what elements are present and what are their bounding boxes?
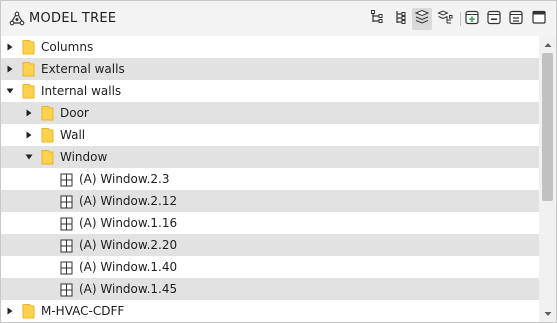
panel-header: MODEL TREE (1, 1, 556, 36)
tree-row-window-1-16[interactable]: (A) Window.1.16 (1, 212, 539, 234)
window-element-icon (60, 216, 73, 231)
tree-row-label: Wall (60, 128, 86, 142)
tree-row-label: Window (60, 150, 108, 164)
remove-group-button[interactable] (484, 8, 504, 30)
window-element-icon (60, 172, 73, 187)
tree-row-label: (A) Window.2.3 (79, 172, 170, 186)
expand-arrow-icon[interactable] (4, 304, 16, 318)
tree-row-label: (A) Window.1.45 (79, 282, 178, 296)
toolbar-separator (460, 12, 461, 26)
tree-row-label: (A) Window.2.20 (79, 238, 178, 252)
tree-list-button[interactable] (390, 8, 410, 30)
layer-group-button[interactable] (435, 8, 455, 30)
add-group-button[interactable] (462, 8, 482, 30)
model-tree-panel: MODEL TREE Columns External walls Intern… (0, 0, 557, 323)
clear-group-button[interactable] (506, 8, 526, 30)
tree-row-window[interactable]: Window (1, 146, 539, 168)
tree-row-columns[interactable]: Columns (1, 36, 539, 58)
tree-row-wall[interactable]: Wall (1, 124, 539, 146)
expand-arrow-icon[interactable] (4, 40, 16, 54)
window-element-icon (60, 282, 73, 297)
folder-icon (22, 83, 35, 99)
tree-view: Columns External walls Internal walls Do… (1, 36, 539, 322)
scroll-down-arrow-icon[interactable] (539, 305, 556, 322)
tree-row-label: External walls (41, 62, 125, 76)
tree-row-door[interactable]: Door (1, 102, 539, 124)
expand-arrow-icon[interactable] (23, 128, 35, 142)
expand-arrow-icon[interactable] (4, 62, 16, 76)
window-element-icon (60, 260, 73, 275)
tree-row-internal-walls[interactable]: Internal walls (1, 80, 539, 102)
layer-group-icon (437, 9, 453, 29)
scrollbar-thumb[interactable] (542, 53, 553, 201)
tree-row-label: (A) Window.1.40 (79, 260, 178, 274)
tree-row-label: M-HVAC-CDFF (41, 304, 125, 318)
add-group-icon (464, 9, 480, 29)
expand-arrow-icon[interactable] (23, 106, 35, 120)
folder-icon (41, 105, 54, 121)
tree-row-m-hvac-cdff[interactable]: M-HVAC-CDFF (1, 300, 539, 322)
collapse-arrow-icon[interactable] (23, 150, 35, 164)
tree-row-label: Columns (41, 40, 94, 54)
tree-row-window-2-20[interactable]: (A) Window.2.20 (1, 234, 539, 256)
tree-row-label: Internal walls (41, 84, 122, 98)
window-element-icon (60, 194, 73, 209)
tree-row-label: Door (60, 106, 89, 120)
folder-icon (41, 149, 54, 165)
vertical-scrollbar[interactable] (539, 36, 556, 322)
window-panel-button[interactable] (529, 8, 549, 30)
hierarchy-button[interactable] (367, 8, 387, 30)
clear-group-icon (508, 9, 524, 29)
window-element-icon (60, 238, 73, 253)
scroll-up-arrow-icon[interactable] (539, 36, 556, 53)
collapse-arrow-icon[interactable] (4, 84, 16, 98)
remove-group-icon (486, 9, 502, 29)
layers-button[interactable] (412, 8, 432, 30)
window-panel-icon (531, 9, 547, 29)
tree-row-label: (A) Window.2.12 (79, 194, 178, 208)
folder-icon (41, 127, 54, 143)
hierarchy-icon (369, 9, 385, 29)
tree-list-icon (392, 9, 408, 29)
layers-icon (414, 9, 430, 29)
tree-row-window-1-45[interactable]: (A) Window.1.45 (1, 278, 539, 300)
folder-icon (22, 303, 35, 319)
model-tree-icon (9, 11, 25, 27)
folder-icon (22, 61, 35, 77)
tree-row-window-2-3[interactable]: (A) Window.2.3 (1, 168, 539, 190)
tree-row-window-2-12[interactable]: (A) Window.2.12 (1, 190, 539, 212)
tree-row-window-1-40[interactable]: (A) Window.1.40 (1, 256, 539, 278)
folder-icon (22, 39, 35, 55)
tree-row-label: (A) Window.1.16 (79, 216, 178, 230)
tree-row-external-walls[interactable]: External walls (1, 58, 539, 80)
panel-title: MODEL TREE (29, 11, 117, 26)
